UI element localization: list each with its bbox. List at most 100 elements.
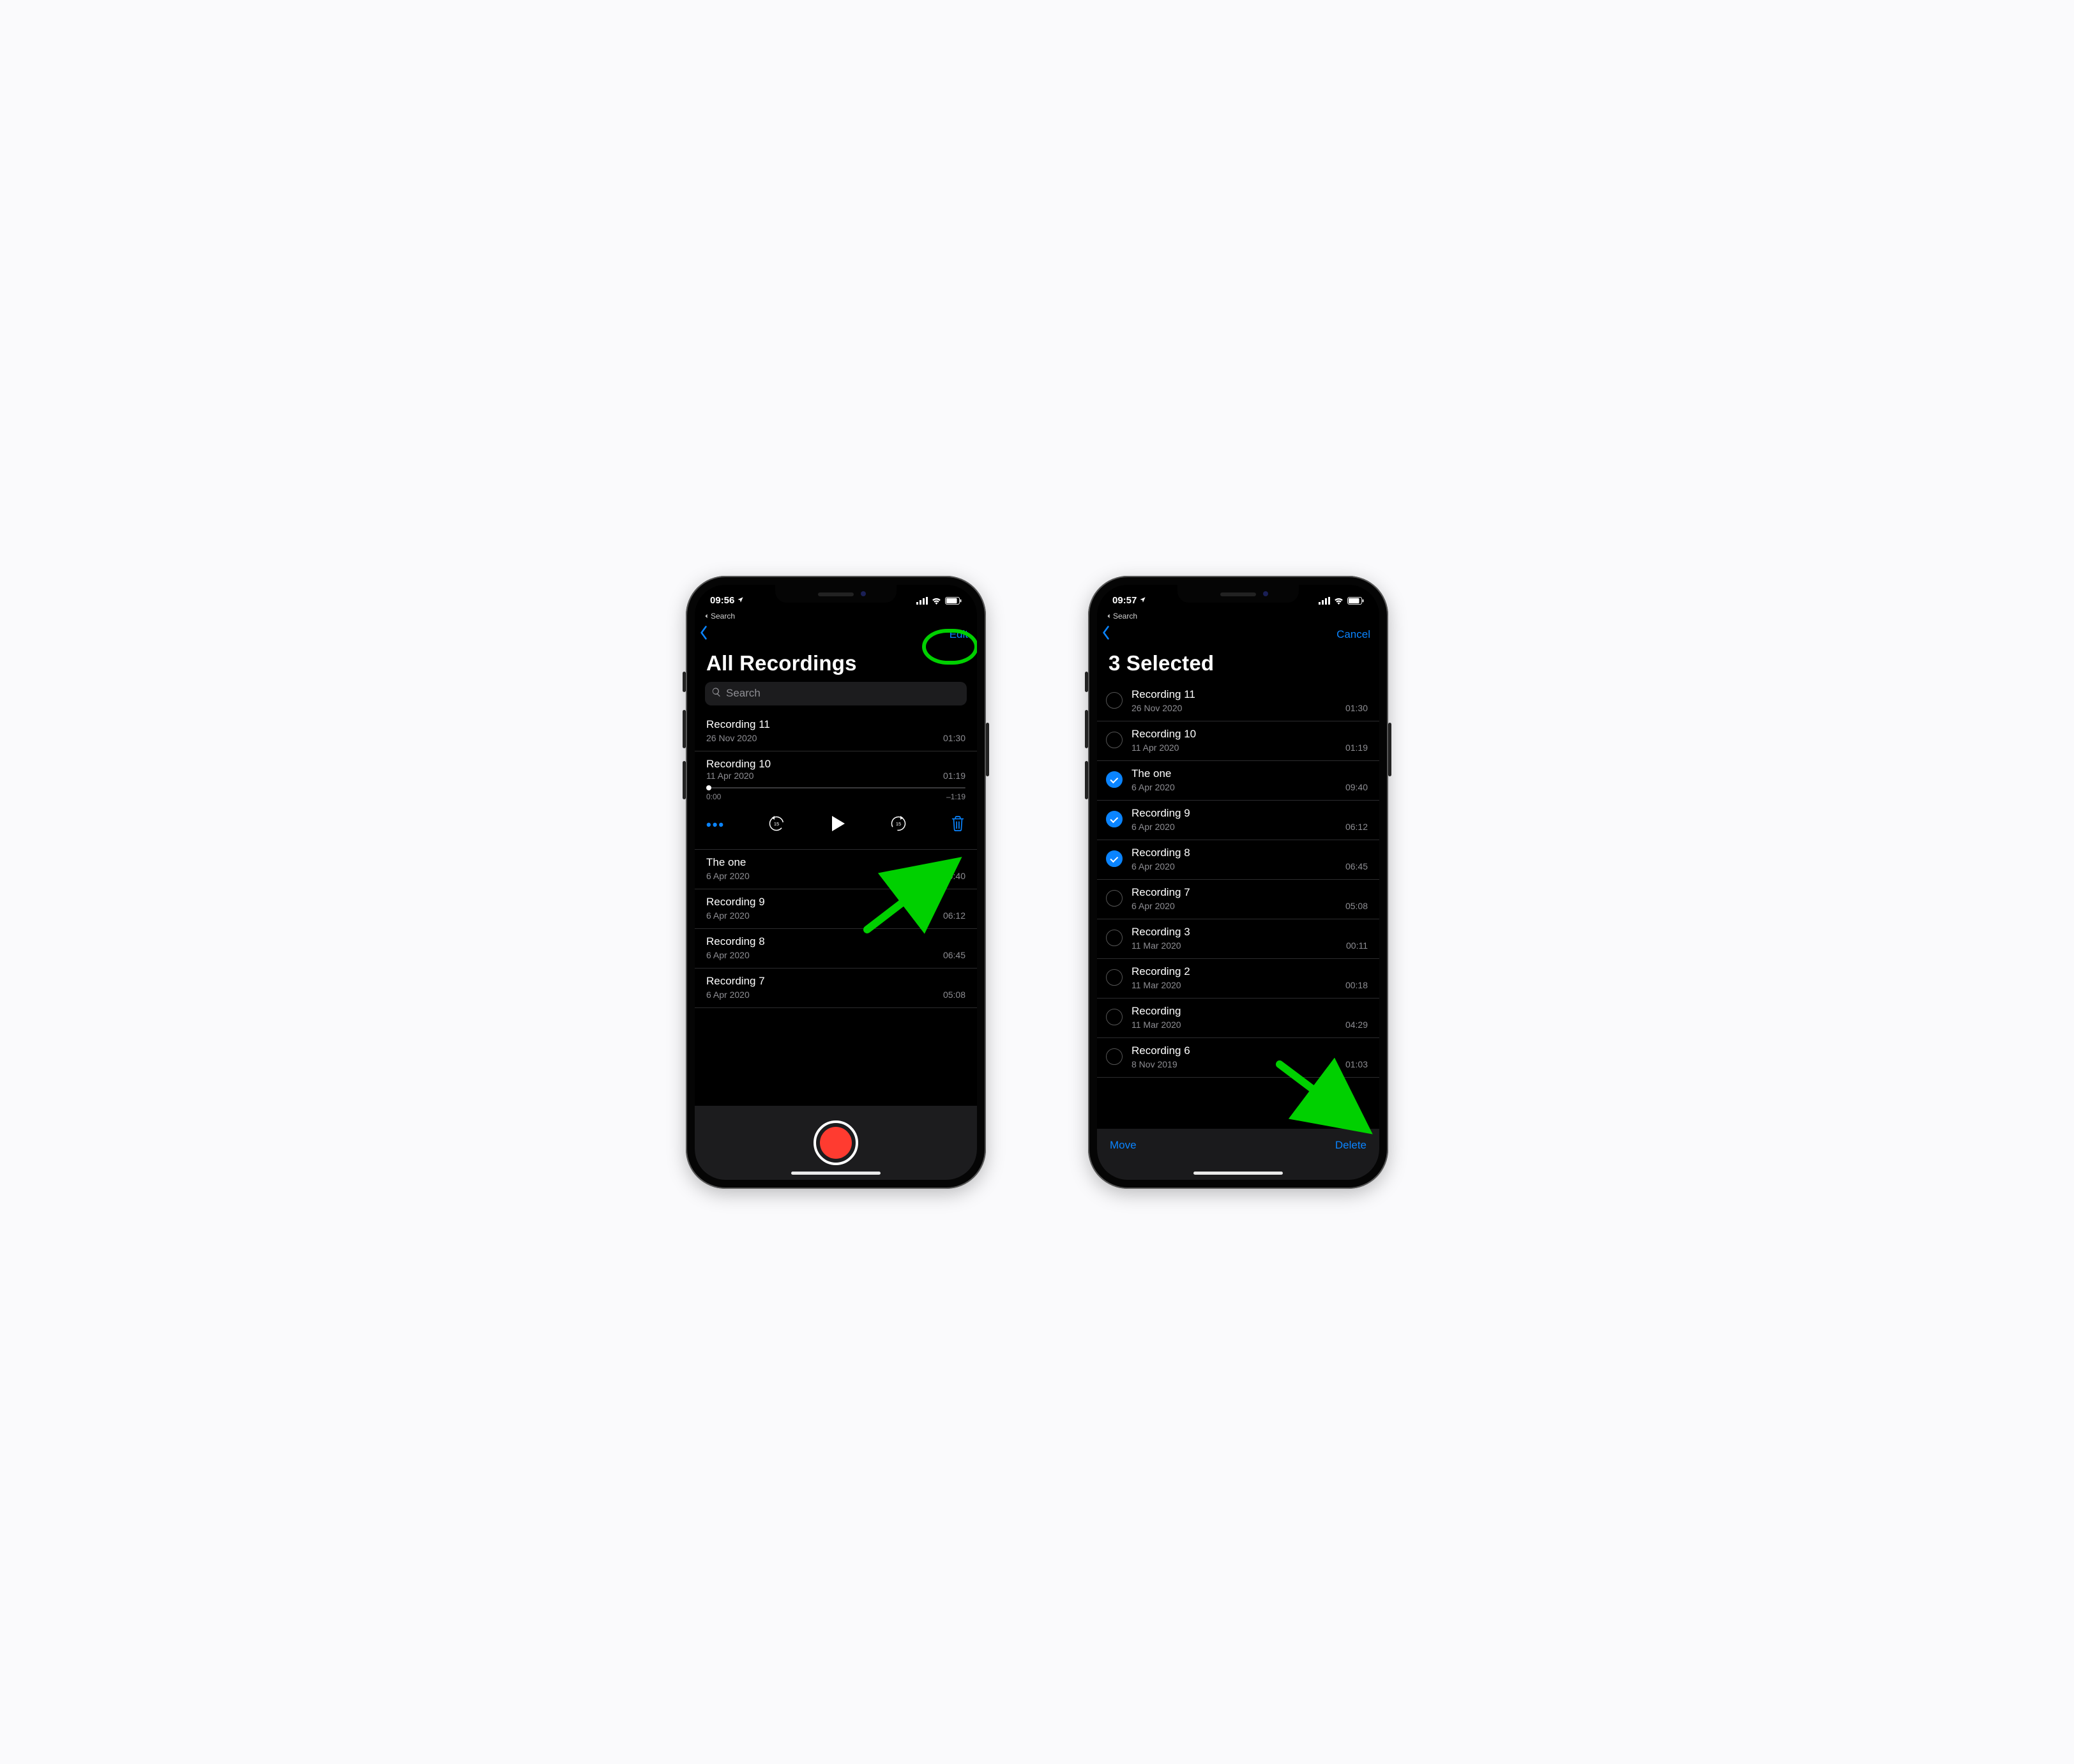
recording-duration: 09:40 — [1345, 782, 1368, 792]
edit-button[interactable]: Edit — [950, 628, 968, 641]
select-checkbox[interactable] — [1106, 850, 1123, 867]
breadcrumb-label: Search — [711, 612, 735, 621]
recording-duration: 05:08 — [943, 990, 965, 1000]
select-checkbox[interactable] — [1106, 1048, 1123, 1065]
recording-row[interactable]: Recording 11 Mar 2020 04:29 — [1097, 999, 1379, 1038]
cancel-button[interactable]: Cancel — [1336, 628, 1370, 641]
recording-row-expanded[interactable]: Recording 10 11 Apr 2020 01:19 0:00 –1:1… — [695, 751, 977, 850]
select-checkbox[interactable] — [1106, 930, 1123, 946]
recording-date: 11 Apr 2020 — [1132, 743, 1179, 753]
recording-name: Recording 10 — [706, 758, 771, 771]
scrubber-knob[interactable] — [706, 785, 711, 790]
recording-row[interactable]: Recording 9 6 Apr 202006:12 — [695, 889, 977, 929]
recording-date: 11 Mar 2020 — [1132, 1020, 1181, 1030]
recording-name: Recording 7 — [706, 975, 765, 988]
battery-icon — [1347, 597, 1364, 605]
recording-row[interactable]: Recording 10 11 Apr 2020 01:19 — [1097, 721, 1379, 761]
skip-forward-15-button[interactable]: 15 — [889, 814, 908, 836]
recording-date: 6 Apr 2020 — [1132, 822, 1175, 832]
home-indicator[interactable] — [1193, 1172, 1283, 1175]
recording-name: Recording 10 — [1132, 728, 1196, 741]
recording-row[interactable]: Recording 2 11 Mar 2020 00:18 — [1097, 959, 1379, 999]
recording-row[interactable]: The one6 Apr 202009:40 — [1097, 761, 1379, 801]
recording-date: 6 Apr 2020 — [706, 871, 750, 881]
record-footer — [695, 1106, 977, 1180]
signal-icon — [916, 597, 928, 605]
recording-duration: 00:11 — [1346, 940, 1368, 951]
recording-row[interactable]: Recording 7 6 Apr 202005:08 — [695, 969, 977, 1008]
skip-back-15-button[interactable]: 15 — [767, 814, 786, 836]
status-time: 09:57 — [1112, 595, 1137, 606]
recording-name: Recording 2 — [1132, 965, 1190, 978]
move-button[interactable]: Move — [1110, 1139, 1137, 1152]
recording-duration: 06:45 — [1345, 861, 1368, 871]
recording-duration: 04:29 — [1345, 1020, 1368, 1030]
recording-name: Recording 3 — [1132, 926, 1190, 939]
phone-left: 09:56 — [686, 576, 986, 1189]
breadcrumb-label: Search — [1113, 612, 1137, 621]
back-button[interactable] — [699, 625, 709, 644]
recording-duration: 06:12 — [943, 910, 965, 921]
svg-text:15: 15 — [896, 821, 901, 827]
wifi-icon — [1333, 597, 1344, 605]
delete-recording-button[interactable] — [950, 815, 965, 835]
recording-name: Recording 8 — [706, 935, 765, 948]
recording-name: Recording — [1132, 1005, 1181, 1018]
recording-date: 26 Nov 2020 — [1132, 703, 1182, 713]
recording-date: 11 Mar 2020 — [1132, 980, 1181, 990]
search-placeholder: Search — [726, 687, 761, 700]
search-input[interactable]: Search — [705, 682, 967, 705]
select-checkbox[interactable] — [1106, 969, 1123, 986]
recording-row[interactable]: Recording 311 Mar 202000:11 — [1097, 919, 1379, 959]
recording-row[interactable]: Recording 68 Nov 201901:03 — [1097, 1038, 1379, 1078]
recording-name: The one — [706, 856, 746, 869]
recording-date: 6 Apr 2020 — [1132, 782, 1175, 792]
play-button[interactable] — [828, 814, 847, 836]
recording-duration: 01:19 — [1345, 743, 1368, 753]
signal-icon — [1319, 597, 1330, 605]
recording-date: 6 Apr 2020 — [706, 950, 750, 960]
recording-duration: 01:30 — [943, 733, 965, 743]
recording-duration: 01:19 — [943, 771, 965, 781]
recording-row[interactable]: Recording 7 6 Apr 2020 05:08 — [1097, 880, 1379, 919]
recording-row[interactable]: Recording 8 6 Apr 2020 06:45 — [695, 929, 977, 969]
recording-duration: 00:18 — [1345, 980, 1368, 990]
recording-list[interactable]: Recording 11 26 Nov 2020 01:30 Recording… — [695, 712, 977, 1106]
record-button[interactable] — [814, 1120, 858, 1165]
recording-row[interactable]: Recording 8 6 Apr 2020 06:45 — [1097, 840, 1379, 880]
breadcrumb[interactable]: Search — [1097, 612, 1379, 622]
scrub-remaining: –1:19 — [946, 792, 965, 801]
recording-row[interactable]: Recording 1126 Nov 202001:30 — [1097, 682, 1379, 721]
recording-row[interactable]: Recording 11 26 Nov 2020 01:30 — [695, 712, 977, 751]
delete-button[interactable]: Delete — [1335, 1139, 1366, 1152]
recording-row[interactable]: The one 6 Apr 202009:40 — [695, 850, 977, 889]
recording-duration: 05:08 — [1345, 901, 1368, 911]
nav-bar: Cancel — [1097, 622, 1379, 646]
recording-duration: 06:45 — [943, 950, 965, 960]
search-icon — [711, 687, 722, 700]
record-icon — [820, 1127, 852, 1159]
select-checkbox[interactable] — [1106, 692, 1123, 709]
select-checkbox[interactable] — [1106, 811, 1123, 827]
recording-date: 6 Apr 2020 — [1132, 901, 1175, 911]
scrubber[interactable] — [706, 787, 965, 788]
recording-date: 6 Apr 2020 — [1132, 861, 1175, 871]
recording-row[interactable]: Recording 96 Apr 202006:12 — [1097, 801, 1379, 840]
select-checkbox[interactable] — [1106, 732, 1123, 748]
breadcrumb[interactable]: Search — [695, 612, 977, 622]
phone-right: 09:57 Search Cancel 3 Selected — [1088, 576, 1388, 1189]
page-title: 3 Selected — [1097, 646, 1379, 682]
recording-name: Recording 8 — [1132, 847, 1190, 859]
location-icon — [737, 595, 744, 606]
select-checkbox[interactable] — [1106, 890, 1123, 907]
select-checkbox[interactable] — [1106, 1009, 1123, 1025]
recording-name: Recording 6 — [1132, 1044, 1190, 1057]
battery-icon — [945, 597, 962, 605]
recording-list[interactable]: Recording 1126 Nov 202001:30Recording 10… — [1097, 682, 1379, 1180]
home-indicator[interactable] — [791, 1172, 881, 1175]
back-button[interactable] — [1101, 625, 1111, 644]
location-icon — [1139, 595, 1146, 606]
select-checkbox[interactable] — [1106, 771, 1123, 788]
recording-date: 26 Nov 2020 — [706, 733, 757, 743]
recording-name: Recording 7 — [1132, 886, 1190, 899]
